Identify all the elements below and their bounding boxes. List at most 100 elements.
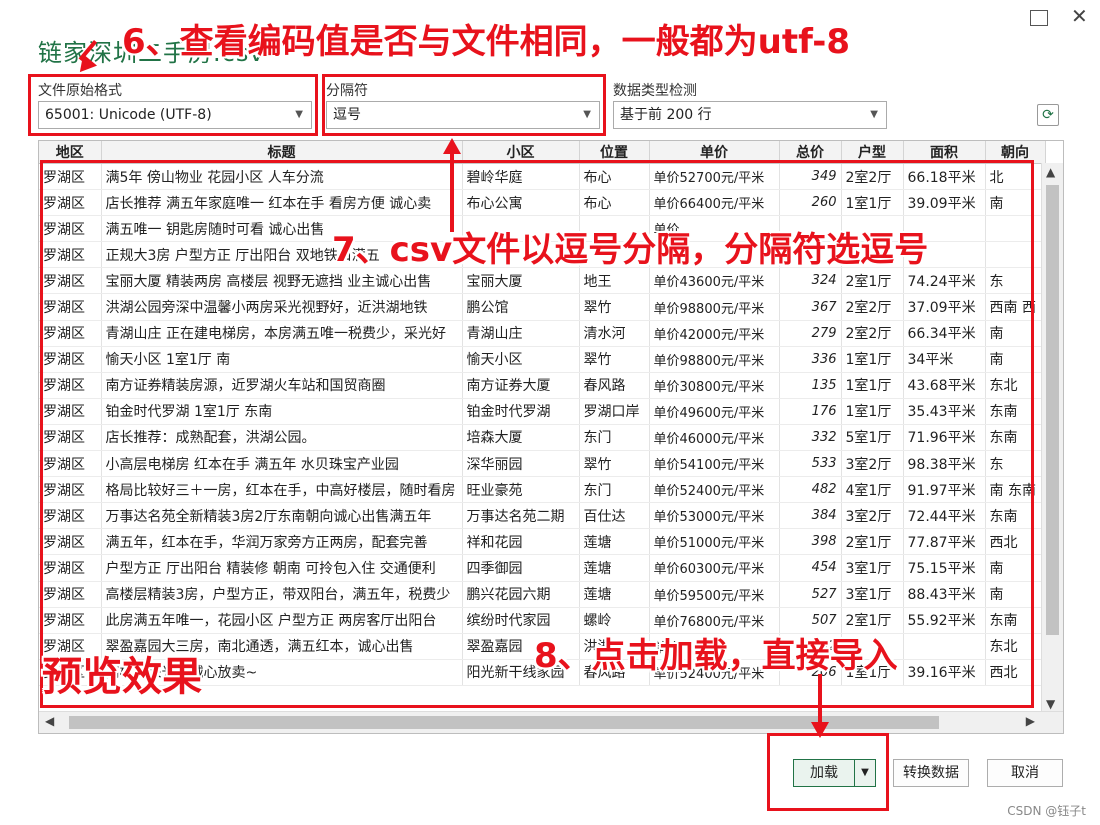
table-cell: 宝丽大厦 (462, 267, 580, 295)
load-button[interactable]: 加载 (793, 759, 855, 787)
file-origin-label: 文件原始格式 (38, 83, 122, 99)
table-cell: 66.34平米 (903, 320, 986, 347)
table-cell (903, 633, 986, 660)
table-cell: 单价46000元/平米 (649, 424, 780, 452)
table-cell: 罗湖区 (39, 346, 102, 373)
table-cell: 北 (985, 163, 1046, 191)
table-cell: 4室1厅 (841, 476, 904, 504)
column-header[interactable]: 小区 (462, 141, 580, 164)
table-cell: 单价52700元/平米 (649, 163, 780, 191)
table-cell: 39.16平米 (903, 659, 986, 686)
table-cell: 愉天小区 1室1厅 南 (101, 346, 463, 373)
table-cell: 279 (779, 320, 842, 347)
table-cell: 地王 (579, 267, 650, 295)
table-cell: 367 (779, 293, 842, 321)
table-cell: 398 (779, 528, 842, 556)
table-cell: 3室2厅 (841, 502, 904, 530)
table-cell: 2室2厅 (841, 163, 904, 191)
chevron-left-icon[interactable]: ◀ (45, 714, 54, 728)
table-cell: 482 (779, 476, 842, 504)
table-cell: 青湖山庄 (462, 320, 580, 347)
table-cell: 66.18平米 (903, 163, 986, 191)
annotation-preview: 预览效果 (42, 654, 202, 700)
table-cell: 单价54100元/平米 (649, 450, 780, 478)
table-cell: 罗湖区 (39, 163, 102, 191)
chevron-up-icon[interactable]: ▲ (1046, 165, 1055, 179)
table-cell: 罗湖区 (39, 424, 102, 452)
table-cell: 东门 (579, 424, 650, 452)
column-header[interactable]: 位置 (579, 141, 650, 164)
table-cell: 南 (985, 346, 1046, 373)
table-cell: 罗湖区 (39, 320, 102, 347)
table-cell: 单价66400元/平米 (649, 189, 780, 217)
vertical-scrollbar[interactable]: ▲ ▼ (1041, 163, 1063, 713)
column-header[interactable]: 朝向 (985, 141, 1046, 164)
transform-data-button[interactable]: 转换数据 (893, 759, 969, 787)
chevron-right-icon[interactable]: ▶ (1026, 714, 1035, 728)
table-cell: 3室1厅 (841, 554, 904, 582)
table-cell: 铂金时代罗湖 (462, 398, 580, 425)
table-cell: 清水河 (579, 320, 650, 347)
close-icon[interactable]: ✕ (1071, 4, 1088, 28)
table-cell: 罗湖区 (39, 581, 102, 608)
annotation-step6: 6、查看编码值是否与文件相同，一般都为utf-8 (122, 22, 851, 62)
table-cell: 格局比较好三＋一房，红本在手，中高好楼层，随时看房 (101, 476, 463, 504)
table-row: 罗湖区 户型方正 厅出阳台 精装修 朝南 可拎包入住 交通便利 四季御园 莲塘 单价60… (39, 554, 1046, 582)
horizontal-scrollbar[interactable]: ◀ ▶ (39, 711, 1063, 733)
table-cell: 533 (779, 450, 842, 478)
refresh-icon[interactable]: ⟳ (1037, 104, 1059, 126)
table-cell: 43.68平米 (903, 372, 986, 399)
table-cell: 1室1厅 (841, 398, 904, 425)
table-cell: 洪湖公园旁深中温馨小两房采光视野好，近洪湖地铁 (101, 293, 463, 321)
chevron-down-icon[interactable]: ▼ (1046, 697, 1055, 711)
table-cell: 东北 (985, 372, 1046, 399)
delimiter-value: 逗号 (333, 107, 361, 123)
scroll-thumb[interactable] (1046, 185, 1059, 635)
table-cell: 四季御园 (462, 554, 580, 582)
column-header[interactable]: 地区 (39, 141, 102, 164)
table-cell: 罗湖区 (39, 267, 102, 295)
table-cell: 百仕达 (579, 502, 650, 530)
table-row: 罗湖区 青湖山庄 正在建电梯房，本房满五唯一税费少，采光好 青湖山庄 清水河 单价420… (39, 320, 1046, 347)
table-cell: 135 (779, 372, 842, 399)
scroll-thumb[interactable] (69, 716, 939, 729)
table-cell: 37.09平米 (903, 293, 986, 321)
table-cell: 小高层电梯房 红本在手 满五年 水贝珠宝产业园 (101, 450, 463, 478)
table-cell: 东南 (985, 607, 1046, 634)
table-cell: 260 (779, 189, 842, 217)
detection-select[interactable]: 基于前 200 行 ▼ (613, 101, 887, 129)
table-cell: 高楼层精装3房，户型方正，带双阳台，满五年，税费少 (101, 581, 463, 608)
file-origin-select[interactable]: 65001: Unicode (UTF-8) ▼ (38, 101, 312, 129)
table-cell (985, 215, 1046, 243)
maximize-icon[interactable] (1030, 10, 1048, 26)
delimiter-select[interactable]: 逗号 ▼ (326, 101, 600, 129)
table-cell: 39.09平米 (903, 189, 986, 217)
table-cell: 莲塘 (579, 581, 650, 608)
table-cell: 东 (985, 450, 1046, 478)
table-row: 罗湖区 铂金时代罗湖 1室1厅 东南 铂金时代罗湖 罗湖口岸 单价49600元/平米 17… (39, 398, 1046, 425)
load-dropdown-button[interactable]: ▼ (854, 759, 876, 787)
table-row: 罗湖区 南方证券精装房源，近罗湖火车站和国贸商圈 南方证券大厦 春风路 单价30800元… (39, 372, 1046, 399)
table-cell: 东南 (985, 398, 1046, 425)
table-cell: 翠竹 (579, 450, 650, 478)
table-cell: 万事达名苑全新精装3房2厅东南朝向诚心出售满五年 (101, 502, 463, 530)
table-cell: 单价51000元/平米 (649, 528, 780, 556)
column-header[interactable]: 标题 (101, 141, 463, 164)
cancel-button[interactable]: 取消 (987, 759, 1063, 787)
table-row: 罗湖区 满5年 傍山物业 花园小区 人车分流 碧岭华庭 布心 单价52700元/平米 34… (39, 163, 1046, 191)
table-cell: 罗湖区 (39, 241, 102, 269)
table-cell: 布心 (579, 189, 650, 217)
table-cell: 1室1厅 (841, 189, 904, 217)
column-header[interactable]: 户型 (841, 141, 904, 164)
delimiter-label: 分隔符 (326, 83, 368, 99)
table-cell: 东南 (985, 502, 1046, 530)
table-cell: 户型方正 厅出阳台 精装修 朝南 可拎包入住 交通便利 (101, 554, 463, 582)
table-row: 罗湖区 宝丽大厦 精装两房 高楼层 视野无遮挡 业主诚心出售 宝丽大厦 地王 单价436… (39, 267, 1046, 295)
table-cell: 1室1厅 (841, 346, 904, 373)
table-cell: 324 (779, 267, 842, 295)
column-header[interactable]: 单价 (649, 141, 780, 164)
table-cell: 南 (985, 189, 1046, 217)
column-header[interactable]: 总价 (779, 141, 842, 164)
column-header[interactable]: 面积 (903, 141, 986, 164)
table-cell: 罗湖区 (39, 450, 102, 478)
